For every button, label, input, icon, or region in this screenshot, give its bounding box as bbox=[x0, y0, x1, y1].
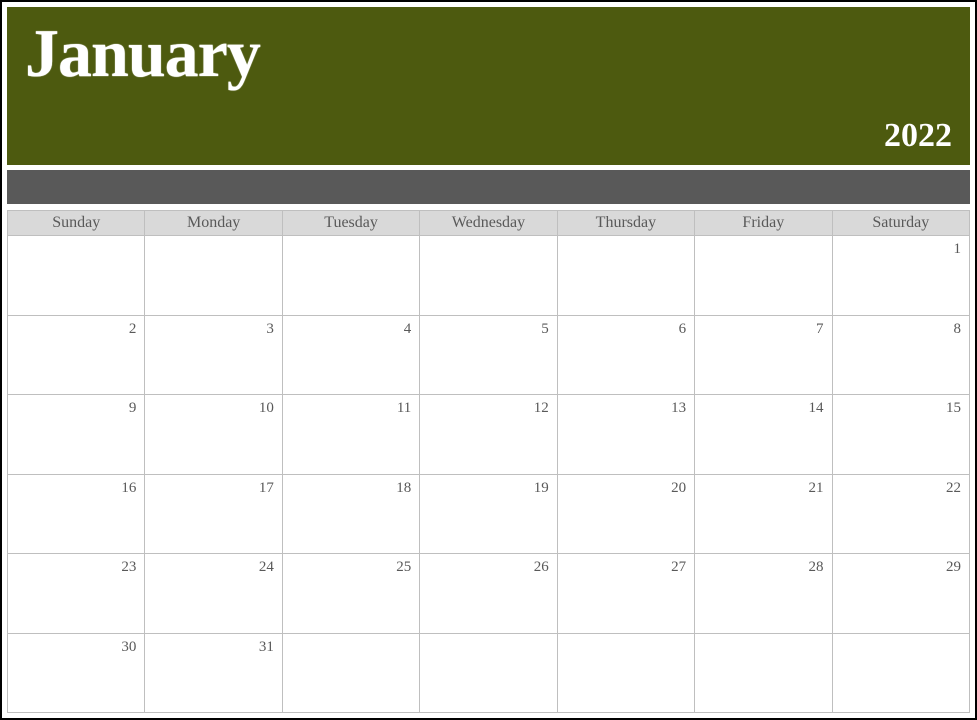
calendar-cell bbox=[695, 633, 832, 713]
calendar-cell: 12 bbox=[420, 395, 557, 475]
calendar-cell: 9 bbox=[8, 395, 145, 475]
calendar-cell: 28 bbox=[695, 554, 832, 634]
calendar-week: 30 31 bbox=[8, 633, 970, 713]
calendar-cell: 22 bbox=[832, 474, 969, 554]
calendar-cell: 7 bbox=[695, 315, 832, 395]
calendar-cell: 31 bbox=[145, 633, 282, 713]
calendar-cell: 3 bbox=[145, 315, 282, 395]
calendar-cell: 4 bbox=[282, 315, 419, 395]
calendar-cell bbox=[695, 236, 832, 316]
calendar-cell: 17 bbox=[145, 474, 282, 554]
calendar-cell: 23 bbox=[8, 554, 145, 634]
calendar-cell: 5 bbox=[420, 315, 557, 395]
calendar-cell bbox=[557, 236, 694, 316]
calendar-header: January 2022 bbox=[7, 7, 970, 165]
calendar-cell: 24 bbox=[145, 554, 282, 634]
calendar-cell bbox=[420, 236, 557, 316]
calendar-week: 1 bbox=[8, 236, 970, 316]
day-header-wednesday: Wednesday bbox=[420, 211, 557, 236]
calendar-week: 16 17 18 19 20 21 22 bbox=[8, 474, 970, 554]
calendar-cell: 27 bbox=[557, 554, 694, 634]
calendar-cell: 16 bbox=[8, 474, 145, 554]
day-header-tuesday: Tuesday bbox=[282, 211, 419, 236]
calendar-cell bbox=[557, 633, 694, 713]
calendar-cell: 30 bbox=[8, 633, 145, 713]
calendar-cell bbox=[145, 236, 282, 316]
calendar-cell: 25 bbox=[282, 554, 419, 634]
day-header-thursday: Thursday bbox=[557, 211, 694, 236]
day-header-sunday: Sunday bbox=[8, 211, 145, 236]
calendar-grid: Sunday Monday Tuesday Wednesday Thursday… bbox=[7, 210, 970, 713]
calendar-cell bbox=[8, 236, 145, 316]
calendar-cell: 15 bbox=[832, 395, 969, 475]
day-header-monday: Monday bbox=[145, 211, 282, 236]
calendar-cell: 6 bbox=[557, 315, 694, 395]
divider-bar bbox=[7, 170, 970, 204]
calendar-cell: 13 bbox=[557, 395, 694, 475]
calendar-cell: 10 bbox=[145, 395, 282, 475]
calendar-cell: 2 bbox=[8, 315, 145, 395]
calendar-cell: 14 bbox=[695, 395, 832, 475]
calendar-cell: 8 bbox=[832, 315, 969, 395]
calendar-week: 9 10 11 12 13 14 15 bbox=[8, 395, 970, 475]
calendar-week: 2 3 4 5 6 7 8 bbox=[8, 315, 970, 395]
calendar-cell: 18 bbox=[282, 474, 419, 554]
calendar-cell bbox=[282, 633, 419, 713]
calendar-week: 23 24 25 26 27 28 29 bbox=[8, 554, 970, 634]
calendar-cell: 1 bbox=[832, 236, 969, 316]
calendar-cell: 29 bbox=[832, 554, 969, 634]
calendar-cell: 11 bbox=[282, 395, 419, 475]
calendar-cell: 20 bbox=[557, 474, 694, 554]
calendar-cell: 21 bbox=[695, 474, 832, 554]
day-header-row: Sunday Monday Tuesday Wednesday Thursday… bbox=[8, 211, 970, 236]
calendar-cell bbox=[282, 236, 419, 316]
calendar-cell: 19 bbox=[420, 474, 557, 554]
month-title: January bbox=[25, 19, 952, 87]
year-title: 2022 bbox=[884, 117, 952, 155]
calendar-cell: 26 bbox=[420, 554, 557, 634]
day-header-friday: Friday bbox=[695, 211, 832, 236]
calendar-cell bbox=[420, 633, 557, 713]
calendar-cell bbox=[832, 633, 969, 713]
day-header-saturday: Saturday bbox=[832, 211, 969, 236]
